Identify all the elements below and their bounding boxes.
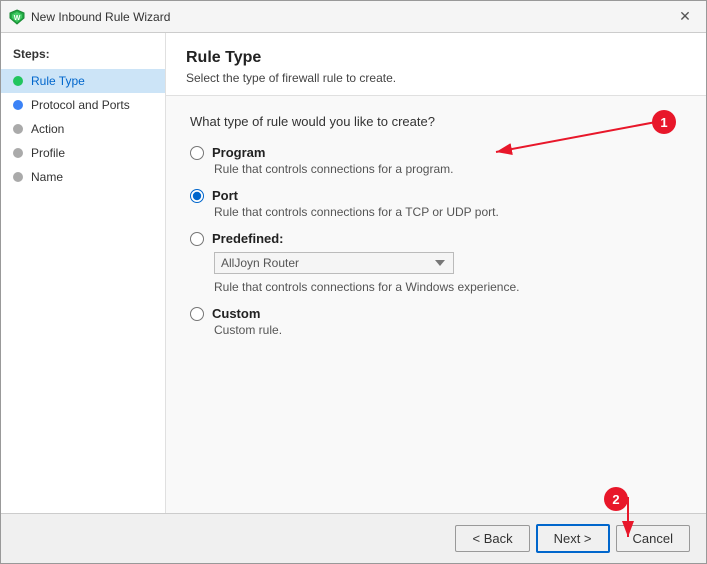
sidebar-label-protocol-ports: Protocol and Ports xyxy=(31,98,130,112)
step-indicator-name xyxy=(13,172,23,182)
sidebar-label-rule-type: Rule Type xyxy=(31,74,85,88)
desc-port: Rule that controls connections for a TCP… xyxy=(214,205,682,219)
question-text: What type of rule would you like to crea… xyxy=(190,114,682,129)
page-subtitle: Select the type of firewall rule to crea… xyxy=(186,71,686,85)
step-indicator-action xyxy=(13,124,23,134)
sidebar-item-rule-type[interactable]: Rule Type xyxy=(1,69,165,93)
sidebar-label-action: Action xyxy=(31,122,64,136)
predefined-dropdown-area: AllJoyn Router xyxy=(214,252,682,274)
title-bar: W New Inbound Rule Wizard ✕ xyxy=(1,1,706,33)
desc-program: Rule that controls connections for a pro… xyxy=(214,162,682,176)
label-program: Program xyxy=(212,145,265,160)
desc-predefined: Rule that controls connections for a Win… xyxy=(214,280,682,294)
annotation-circle-1: 1 xyxy=(652,110,676,134)
desc-custom: Custom rule. xyxy=(214,323,682,337)
footer: 2 < Back Next > Cancel xyxy=(1,513,706,563)
window-title: New Inbound Rule Wizard xyxy=(31,10,672,24)
wizard-window: W New Inbound Rule Wizard ✕ Steps: Rule … xyxy=(0,0,707,564)
option-custom: Custom Custom rule. xyxy=(190,306,682,337)
predefined-select[interactable]: AllJoyn Router xyxy=(214,252,454,274)
option-program-row: Program xyxy=(190,145,682,160)
step-indicator-profile xyxy=(13,148,23,158)
step-indicator-protocol-ports xyxy=(13,100,23,110)
option-port-row: Port xyxy=(190,188,682,203)
label-predefined: Predefined: xyxy=(212,231,284,246)
radio-port[interactable] xyxy=(190,189,204,203)
step-indicator-rule-type xyxy=(13,76,23,86)
sidebar-item-protocol-ports[interactable]: Protocol and Ports xyxy=(1,93,165,117)
label-port: Port xyxy=(212,188,238,203)
radio-predefined[interactable] xyxy=(190,232,204,246)
main-header: Rule Type Select the type of firewall ru… xyxy=(166,33,706,96)
option-custom-row: Custom xyxy=(190,306,682,321)
close-button[interactable]: ✕ xyxy=(672,4,698,30)
sidebar: Steps: Rule Type Protocol and Ports Acti… xyxy=(1,33,166,513)
app-icon: W xyxy=(9,9,25,25)
content-area: Steps: Rule Type Protocol and Ports Acti… xyxy=(1,33,706,513)
back-button[interactable]: < Back xyxy=(455,525,529,552)
main-panel: Rule Type Select the type of firewall ru… xyxy=(166,33,706,513)
sidebar-header: Steps: xyxy=(1,43,165,69)
options-group: Program Rule that controls connections f… xyxy=(190,145,682,337)
page-title: Rule Type xyxy=(186,49,686,67)
sidebar-item-action[interactable]: Action xyxy=(1,117,165,141)
sidebar-label-name: Name xyxy=(31,170,63,184)
label-custom: Custom xyxy=(212,306,260,321)
svg-text:W: W xyxy=(14,15,21,22)
sidebar-item-profile[interactable]: Profile xyxy=(1,141,165,165)
cancel-button[interactable]: Cancel xyxy=(616,525,690,552)
radio-custom[interactable] xyxy=(190,307,204,321)
option-predefined: Predefined: AllJoyn Router Rule that con… xyxy=(190,231,682,294)
option-program: Program Rule that controls connections f… xyxy=(190,145,682,176)
main-body: What type of rule would you like to crea… xyxy=(166,96,706,513)
sidebar-label-profile: Profile xyxy=(31,146,65,160)
option-port: Port Rule that controls connections for … xyxy=(190,188,682,219)
sidebar-item-name[interactable]: Name xyxy=(1,165,165,189)
annotation-1: 1 xyxy=(652,110,676,134)
next-button[interactable]: Next > xyxy=(536,524,610,553)
option-predefined-row: Predefined: xyxy=(190,231,682,246)
radio-program[interactable] xyxy=(190,146,204,160)
annotation-circle-2: 2 xyxy=(604,487,628,511)
